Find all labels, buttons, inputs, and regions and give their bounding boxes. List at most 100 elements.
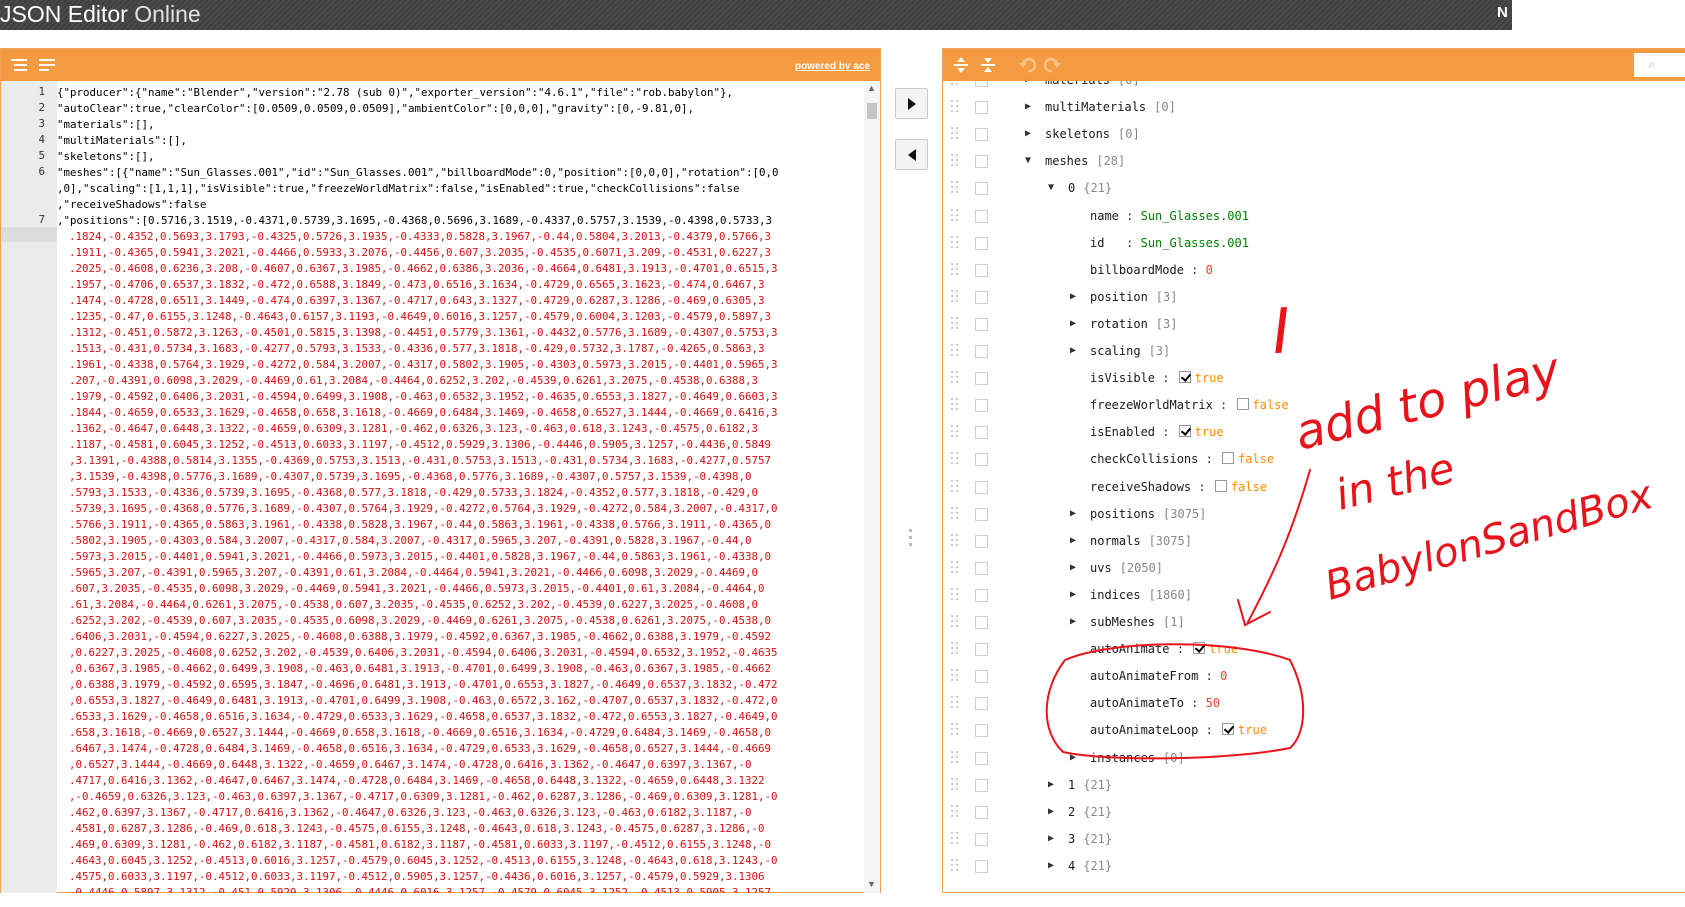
tree-row[interactable]: ▶ uvs [2050]	[943, 555, 1685, 582]
drag-handle-icon[interactable]	[951, 777, 961, 792]
expand-icon[interactable]: ▶	[1025, 81, 1031, 85]
expand-icon[interactable]: ▶	[1070, 752, 1076, 763]
tree-row[interactable]: freezeWorldMatrix : false	[943, 392, 1685, 419]
editor-scrollbar[interactable]: ▲ ▼	[864, 81, 880, 893]
boolean-checkbox[interactable]	[1193, 642, 1206, 655]
boolean-checkbox[interactable]	[1178, 425, 1191, 438]
tree-field[interactable]: instances [0]	[1090, 751, 1185, 765]
context-menu-button[interactable]	[975, 426, 988, 440]
drag-handle-icon[interactable]	[951, 316, 961, 331]
field-value[interactable]: 0	[1206, 263, 1213, 277]
collapse-icon[interactable]: ▼	[1025, 155, 1031, 166]
tree-field[interactable]: id : Sun_Glasses.001	[1090, 236, 1249, 250]
context-menu-button[interactable]	[975, 128, 988, 142]
drag-handle-icon[interactable]	[951, 208, 961, 223]
context-menu-button[interactable]	[975, 643, 988, 657]
tree-row[interactable]: ▶ 3 {21}	[943, 826, 1685, 853]
tree-row[interactable]: ▶ positions [3075]	[943, 501, 1685, 528]
tree-field[interactable]: name : Sun_Glasses.001	[1090, 209, 1249, 223]
tree-field[interactable]: autoAnimateTo : 50	[1090, 696, 1220, 710]
field-value[interactable]: true	[1209, 642, 1238, 656]
search-input[interactable]: ⌕	[1634, 53, 1685, 77]
tree-row[interactable]: ▶ normals [3075]	[943, 528, 1685, 555]
tree-field[interactable]: isVisible : true	[1090, 371, 1224, 385]
field-value[interactable]: true	[1238, 723, 1267, 737]
field-key[interactable]: autoAnimateLoop	[1090, 723, 1198, 737]
context-menu-button[interactable]	[975, 670, 988, 684]
boolean-checkbox[interactable]	[1178, 371, 1191, 384]
field-key[interactable]: uvs	[1090, 561, 1112, 575]
field-key[interactable]: subMeshes	[1090, 615, 1155, 629]
tree-field[interactable]: 1 {21}	[1068, 778, 1112, 792]
tree-field[interactable]: autoAnimate : true	[1090, 642, 1238, 656]
context-menu-button[interactable]	[975, 81, 988, 87]
redo-icon[interactable]	[1043, 57, 1061, 78]
drag-handle-icon[interactable]	[951, 181, 961, 195]
drag-handle-icon[interactable]	[951, 615, 961, 629]
drag-handle-icon[interactable]	[951, 642, 961, 656]
tree-row[interactable]: ▶ instances [0]	[943, 745, 1685, 772]
expand-icon[interactable]: ▶	[1025, 128, 1031, 139]
context-menu-button[interactable]	[975, 507, 988, 521]
expand-icon[interactable]: ▶	[1048, 860, 1054, 871]
tree-row[interactable]: autoAnimateTo : 50	[943, 690, 1685, 717]
field-value[interactable]: Sun_Glasses.001	[1141, 236, 1249, 250]
tree-field[interactable]: rotation [3]	[1090, 317, 1177, 331]
boolean-checkbox[interactable]	[1222, 452, 1235, 465]
context-menu-button[interactable]	[975, 805, 988, 819]
tree-field[interactable]: 3 {21}	[1068, 832, 1112, 846]
expand-icon[interactable]: ▶	[1070, 318, 1076, 329]
tree-field[interactable]: autoAnimateLoop : true	[1090, 723, 1267, 737]
field-value[interactable]: true	[1195, 371, 1224, 385]
field-key[interactable]: id	[1090, 236, 1119, 250]
tree-row[interactable]: checkCollisions : false	[943, 446, 1685, 473]
field-key[interactable]: rotation	[1090, 317, 1148, 331]
scroll-down-icon[interactable]: ▼	[867, 879, 876, 889]
field-value[interactable]: false	[1231, 480, 1267, 494]
tree-field[interactable]: billboardMode : 0	[1090, 263, 1213, 277]
context-menu-button[interactable]	[975, 372, 988, 386]
tree-row[interactable]: isEnabled : true	[943, 419, 1685, 446]
context-menu-button[interactable]	[975, 399, 988, 413]
expand-all-icon[interactable]	[952, 57, 970, 78]
field-key[interactable]: freezeWorldMatrix	[1090, 398, 1213, 412]
field-key[interactable]: autoAnimateTo	[1090, 696, 1184, 710]
drag-handle-icon[interactable]	[951, 804, 961, 819]
top-right-box[interactable]	[1512, 0, 1685, 30]
field-key[interactable]: position	[1090, 290, 1148, 304]
undo-icon[interactable]	[1019, 57, 1037, 78]
tree-row[interactable]: ▶ scaling [3]	[943, 338, 1685, 365]
drag-handle-icon[interactable]	[951, 560, 961, 575]
context-menu-button[interactable]	[975, 290, 988, 304]
copy-to-code-button[interactable]	[895, 139, 928, 170]
field-key[interactable]: 3	[1068, 832, 1075, 846]
collapse-all-icon[interactable]	[979, 57, 997, 78]
drag-handle-icon[interactable]	[951, 723, 961, 737]
context-menu-button[interactable]	[975, 345, 988, 358]
expand-icon[interactable]: ▶	[1070, 535, 1076, 546]
drag-handle-icon[interactable]	[951, 344, 961, 358]
context-menu-button[interactable]	[975, 263, 988, 277]
context-menu-button[interactable]	[975, 453, 988, 467]
expand-icon[interactable]: ▶	[1070, 589, 1076, 600]
drag-handle-icon[interactable]	[951, 858, 961, 873]
field-key[interactable]: instances	[1090, 751, 1155, 765]
boolean-checkbox[interactable]	[1214, 479, 1227, 492]
tree-field[interactable]: position [3]	[1090, 290, 1177, 304]
tree-row[interactable]: ▶ position [3]	[943, 284, 1685, 311]
context-menu-button[interactable]	[975, 697, 988, 711]
expand-icon[interactable]: ▶	[1070, 508, 1076, 519]
tree-row[interactable]: ▶ 1 {21}	[943, 772, 1685, 799]
drag-handle-icon[interactable]	[951, 154, 961, 168]
tree-row[interactable]: receiveShadows : false	[943, 474, 1685, 501]
tree-field[interactable]: skeletons [0]	[1045, 127, 1140, 141]
copy-to-tree-button[interactable]	[895, 88, 928, 119]
tree-field[interactable]: receiveShadows : false	[1090, 479, 1267, 494]
field-key[interactable]: billboardMode	[1090, 263, 1184, 277]
tree-row[interactable]: autoAnimateLoop : true	[943, 717, 1685, 744]
tree-field[interactable]: 4 {21}	[1068, 859, 1112, 873]
field-value[interactable]: true	[1195, 425, 1224, 439]
drag-handle-icon[interactable]	[951, 587, 961, 602]
tree-row[interactable]: autoAnimate : true	[943, 636, 1685, 663]
field-key[interactable]: autoAnimateFrom	[1090, 669, 1198, 683]
